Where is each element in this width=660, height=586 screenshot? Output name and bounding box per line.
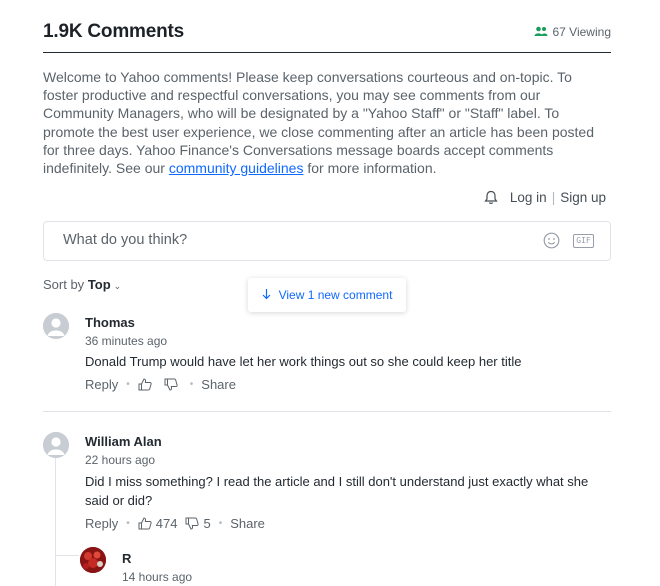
sort-dropdown[interactable]: Sort by Top ⌄ [43,277,121,292]
comment-timestamp: 14 hours ago [122,570,193,584]
viewing-count: 67 Viewing [534,25,612,39]
avatar[interactable] [80,547,106,573]
share-button[interactable]: Share [201,377,236,392]
community-guidelines-link[interactable]: community guidelines [169,160,304,176]
login-link[interactable]: Log in [510,190,547,205]
thumbs-down-icon[interactable] [185,517,200,530]
view-new-comments-label: View 1 new comment [278,288,393,302]
comment-actions: Reply • 474 5 • Share [85,516,265,531]
sort-value: Top [87,277,111,292]
thumbs-down-icon[interactable] [164,378,178,391]
bell-icon[interactable] [484,190,498,205]
welcome-tail: for more information. [303,160,437,177]
comment-divider [43,411,611,412]
avatar[interactable] [43,432,69,458]
comments-header: 1.9K Comments 67 Viewing [43,18,611,53]
arrow-down-icon [262,288,271,303]
thumbs-up-icon[interactable] [138,517,152,530]
comment-input[interactable]: What do you think? GIF [43,221,611,261]
thumbs-up-icon[interactable] [138,378,152,391]
viewing-label: 67 Viewing [552,25,612,39]
comment-author[interactable]: R [122,551,131,566]
reply-button[interactable]: Reply [85,377,118,392]
downvote-count: 5 [203,516,211,531]
welcome-message: Welcome to Yahoo comments! Please keep c… [43,68,609,177]
view-new-comments-button[interactable]: View 1 new comment [248,278,406,312]
avatar[interactable] [43,313,69,339]
comment-actions: Reply • • Share [85,377,236,392]
reply-thread-connector [55,555,79,556]
gif-button[interactable]: GIF [573,234,594,248]
comment-timestamp: 22 hours ago [85,453,156,467]
comment-author[interactable]: William Alan [85,434,162,449]
comment-body: Donald Trump would have let her work thi… [85,354,522,369]
auth-bar: Log in | Sign up [484,190,606,205]
users-icon [534,25,548,39]
sort-label: Sort by [43,277,85,292]
comment-author[interactable]: Thomas [85,315,135,330]
reply-thread-line [55,458,56,586]
signup-link[interactable]: Sign up [560,190,606,205]
share-button[interactable]: Share [230,516,265,531]
comment-input-placeholder: What do you think? [63,232,188,248]
emoji-icon[interactable] [543,232,560,254]
comment-body: Did I miss something? I read the article… [85,474,589,508]
upvote-count: 474 [155,516,178,531]
chevron-down-icon: ⌄ [113,281,122,291]
comment-timestamp: 36 minutes ago [85,334,168,348]
auth-divider: | [551,190,556,205]
comments-title: 1.9K Comments [43,21,184,42]
reply-button[interactable]: Reply [85,516,118,531]
